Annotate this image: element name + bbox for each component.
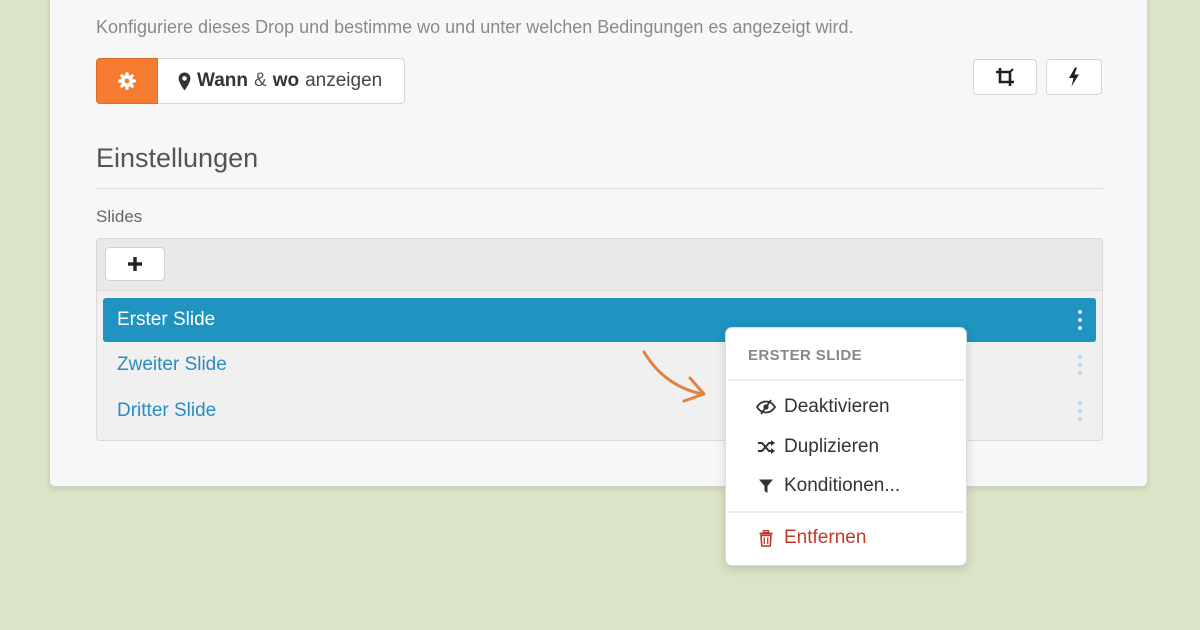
- menu-item-label: Deaktivieren: [784, 396, 890, 417]
- slides-toolbar: [97, 239, 1102, 291]
- slide-label: Zweiter Slide: [117, 354, 227, 375]
- menu-item-remove[interactable]: Entfernen: [756, 527, 866, 549]
- menu-item-label: Entfernen: [784, 527, 867, 548]
- more-vertical-icon[interactable]: [1077, 310, 1083, 330]
- menu-header: ERSTER SLIDE: [748, 347, 862, 364]
- eye-slash-icon: [756, 397, 776, 417]
- tab-when-where[interactable]: Wann & wo anzeigen: [158, 58, 406, 104]
- tab-when-label: Wann: [197, 70, 249, 91]
- menu-item-deactivate[interactable]: Deaktivieren: [756, 396, 890, 418]
- menu-item-label: Duplizieren: [784, 436, 880, 457]
- menu-item-duplicate[interactable]: Duplizieren: [756, 436, 879, 458]
- settings-tabs: Wann & wo anzeigen: [96, 58, 406, 104]
- map-marker-icon: [178, 72, 191, 90]
- more-vertical-icon[interactable]: [1077, 401, 1083, 421]
- panel-description: Konfiguriere dieses Drop und bestimme wo…: [96, 17, 854, 37]
- trash-icon: [756, 528, 776, 548]
- menu-divider: [728, 379, 964, 381]
- shuffle-icon: [756, 437, 776, 457]
- filter-icon: [756, 476, 776, 496]
- bolt-icon: [1069, 67, 1079, 87]
- menu-divider: [728, 511, 964, 513]
- gear-icon: [118, 72, 136, 90]
- more-vertical-icon[interactable]: [1077, 355, 1083, 375]
- section-divider: [96, 188, 1103, 189]
- slide-label: Erster Slide: [117, 309, 216, 330]
- slide-context-menu: ERSTER SLIDE Deaktivieren Duplizieren Ko…: [725, 327, 967, 566]
- plus-icon: [128, 257, 142, 271]
- tab-show-label: anzeigen: [305, 70, 383, 91]
- tab-where-label: wo: [272, 70, 300, 91]
- tab-settings[interactable]: [96, 58, 158, 104]
- crop-button[interactable]: [973, 59, 1037, 95]
- section-title: Einstellungen: [96, 143, 259, 173]
- menu-item-conditions[interactable]: Konditionen...: [756, 475, 900, 497]
- actions-button[interactable]: [1046, 59, 1102, 95]
- tab-ampersand: &: [254, 70, 267, 91]
- slide-label: Dritter Slide: [117, 400, 217, 421]
- annotation-arrow: [642, 350, 706, 403]
- slides-label: Slides: [96, 207, 143, 226]
- add-slide-button[interactable]: [105, 247, 165, 281]
- drop-settings-panel: Konfiguriere dieses Drop und bestimme wo…: [49, 0, 1148, 487]
- menu-item-label: Konditionen...: [784, 475, 901, 496]
- crop-icon: [996, 68, 1014, 86]
